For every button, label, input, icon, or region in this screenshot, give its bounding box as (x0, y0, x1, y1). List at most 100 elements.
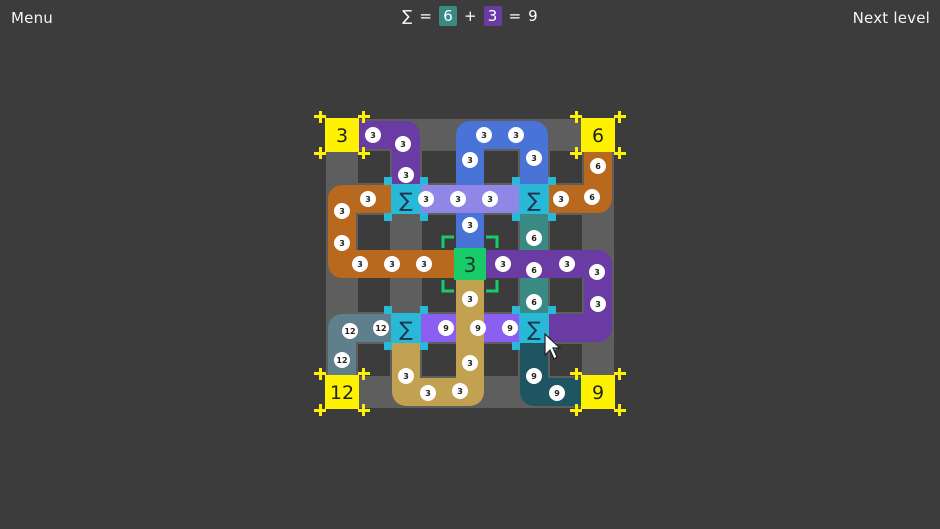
badge-value: 9 (531, 372, 537, 381)
value-badge: 6 (526, 230, 542, 246)
value-badge: 3 (384, 256, 400, 272)
bracket-top-left (441, 235, 454, 248)
value-badge: 3 (352, 256, 368, 272)
corner-value: 6 (592, 125, 604, 147)
value-badge: 3 (495, 256, 511, 272)
badge-value: 3 (423, 195, 429, 204)
value-badge: 3 (452, 383, 468, 399)
badge-value: 3 (403, 372, 409, 381)
sigma-icon: ∑ (527, 317, 541, 341)
value-badge: 3 (553, 191, 569, 207)
value-badge: 3 (590, 296, 606, 312)
corner-tick (614, 115, 626, 118)
sum-node-corner (384, 306, 392, 314)
sum-node-corner (420, 306, 428, 314)
badge-value: 3 (467, 156, 473, 165)
value-badge: 3 (398, 167, 414, 183)
badge-value: 3 (467, 359, 473, 368)
badge-value: 6 (531, 266, 537, 275)
badge-value: 3 (467, 295, 473, 304)
badge-value: 3 (594, 268, 600, 277)
badge-value: 9 (475, 324, 481, 333)
badge-value: 3 (370, 131, 376, 140)
corner-tick (358, 372, 370, 375)
badge-value: 12 (336, 356, 347, 365)
puzzle-board[interactable]: 3 6 12 9 ∑ ∑ ∑ ∑ 3 3 3 3 3 3 3 3 3 3 3 3 3 3 3 3 6 6 3 3 3 6 6 6 3 3 3 3 9 9… (0, 0, 940, 529)
sigma-icon: ∑ (527, 188, 541, 212)
value-badge: 6 (590, 158, 606, 174)
value-badge: 3 (462, 355, 478, 371)
badge-value: 9 (507, 324, 513, 333)
value-badge: 3 (508, 127, 524, 143)
badge-value: 3 (339, 239, 345, 248)
badge-value: 3 (421, 260, 427, 269)
badge-value: 3 (457, 387, 463, 396)
value-badge: 3 (365, 127, 381, 143)
badge-value: 6 (589, 193, 595, 202)
badge-value: 12 (344, 327, 355, 336)
value-badge: 9 (470, 320, 486, 336)
center-value: 3 (464, 253, 477, 277)
corner-value: 12 (330, 382, 354, 404)
badge-value: 3 (455, 195, 461, 204)
sum-node-corner (420, 177, 428, 185)
value-badge: 3 (334, 203, 350, 219)
corner-tick (314, 372, 326, 375)
corner-value: 9 (592, 382, 604, 404)
sum-node-corner (384, 213, 392, 221)
badge-value: 6 (595, 162, 601, 171)
value-badge: 3 (395, 136, 411, 152)
value-badge: 3 (559, 256, 575, 272)
badge-value: 6 (531, 298, 537, 307)
corner-tick (614, 409, 626, 412)
value-badge: 12 (342, 323, 358, 339)
value-badge: 6 (526, 294, 542, 310)
value-badge: 9 (502, 320, 518, 336)
corner-tick (614, 372, 626, 375)
sum-node-corner (512, 213, 520, 221)
corner-tick (570, 409, 582, 412)
sum-node-corner (512, 306, 520, 314)
corner-tick (314, 115, 326, 118)
sum-node-corner (548, 306, 556, 314)
sigma-icon: ∑ (399, 188, 413, 212)
value-badge: 9 (438, 320, 454, 336)
value-badge: 12 (373, 320, 389, 336)
value-badge: 9 (526, 368, 542, 384)
corner-tick (570, 372, 582, 375)
badge-value: 3 (339, 207, 345, 216)
badge-value: 3 (425, 389, 431, 398)
value-badge: 3 (462, 291, 478, 307)
bracket-bottom-right (486, 280, 499, 293)
value-badge: 6 (526, 262, 542, 278)
corner-tick (570, 115, 582, 118)
value-badge: 3 (482, 191, 498, 207)
corner-tick (358, 152, 370, 155)
corner-tick (570, 152, 582, 155)
badge-value: 3 (531, 154, 537, 163)
value-badge: 3 (420, 385, 436, 401)
value-badge: 12 (334, 352, 350, 368)
badge-value: 3 (558, 195, 564, 204)
value-badge: 3 (462, 152, 478, 168)
badge-value: 3 (403, 171, 409, 180)
sigma-icon: ∑ (399, 317, 413, 341)
value-badge: 6 (584, 189, 600, 205)
sum-node-corner (420, 213, 428, 221)
value-badge: 9 (549, 385, 565, 401)
badge-value: 3 (467, 221, 473, 230)
corner-tick (314, 152, 326, 155)
corner-tick (314, 409, 326, 412)
value-badge: 3 (360, 191, 376, 207)
corner-value: 3 (336, 125, 348, 147)
badge-value: 3 (400, 140, 406, 149)
value-badge: 3 (398, 368, 414, 384)
value-badge: 3 (589, 264, 605, 280)
badge-value: 12 (375, 324, 386, 333)
badge-value: 9 (443, 324, 449, 333)
value-badge: 3 (450, 191, 466, 207)
sum-node-corner (512, 177, 520, 185)
value-badge: 3 (462, 217, 478, 233)
value-badge: 3 (416, 256, 432, 272)
badge-value: 3 (365, 195, 371, 204)
